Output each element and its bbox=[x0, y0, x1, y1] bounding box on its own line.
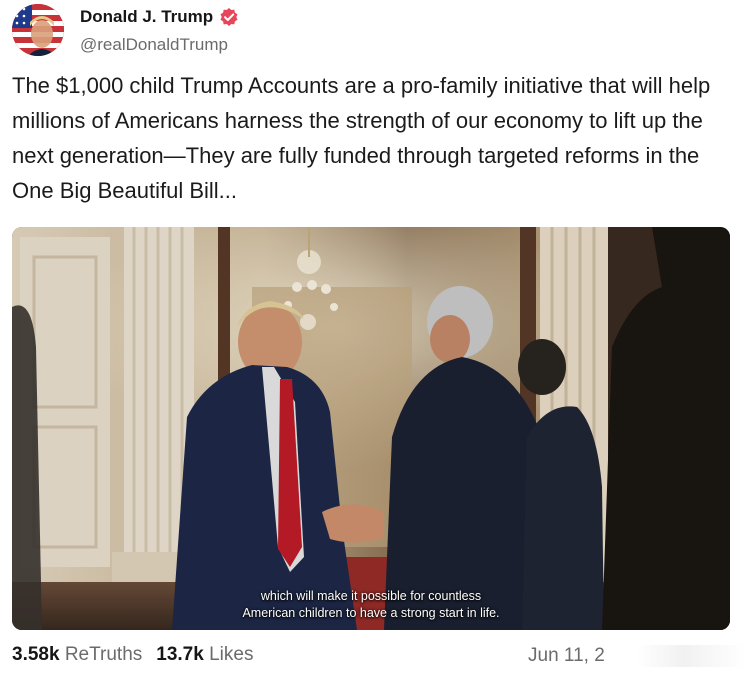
video-caption: which will make it possible for countles… bbox=[12, 588, 730, 622]
author-name-text: Donald J. Trump bbox=[80, 7, 214, 26]
caption-line-1: which will make it possible for countles… bbox=[260, 589, 482, 603]
retruths-label: ReTruths bbox=[64, 644, 143, 665]
author-name[interactable]: Donald J. Trump bbox=[80, 7, 239, 27]
post-video[interactable]: which will make it possible for countles… bbox=[12, 227, 730, 630]
post-stats: 3.58k ReTruths 13.7k Likes bbox=[12, 644, 253, 666]
avatar[interactable] bbox=[12, 4, 64, 56]
obscured-region bbox=[606, 645, 746, 667]
likes-count: 13.7k bbox=[156, 644, 204, 665]
post-text: The $1,000 child Trump Accounts are a pr… bbox=[12, 73, 711, 203]
author-handle[interactable]: @realDonaldTrump bbox=[80, 35, 228, 55]
retruths-count: 3.58k bbox=[12, 644, 60, 665]
verified-badge-icon bbox=[220, 8, 238, 26]
likes-stat[interactable]: 13.7k Likes bbox=[156, 644, 253, 666]
caption-line-2: American children to have a strong start… bbox=[242, 606, 500, 620]
truth-post: Donald J. Trump @realDonaldTrump The $1,… bbox=[0, 0, 750, 673]
video-frame bbox=[12, 227, 730, 630]
post-timestamp[interactable]: Jun 11, 2 bbox=[528, 645, 605, 667]
retruths-stat[interactable]: 3.58k ReTruths bbox=[12, 644, 142, 666]
avatar-image bbox=[12, 4, 64, 56]
likes-label: Likes bbox=[209, 644, 254, 665]
